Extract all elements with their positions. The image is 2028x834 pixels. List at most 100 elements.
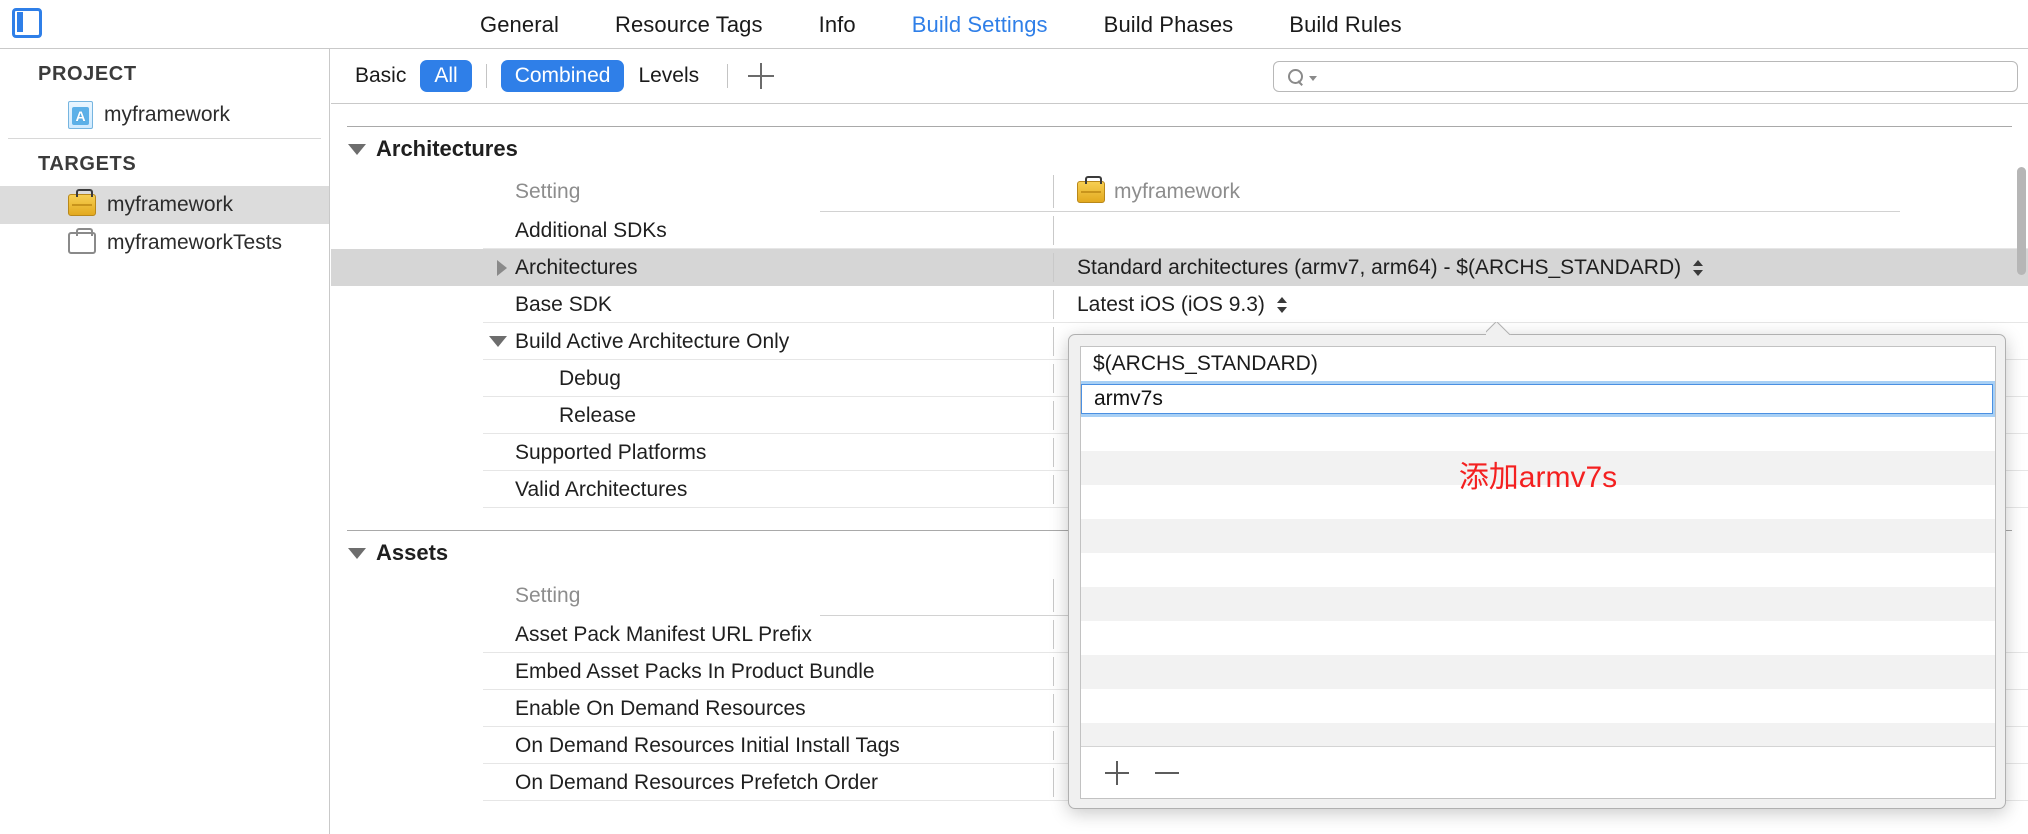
table-header-row: Setting myframework (331, 171, 2028, 212)
stepper-icon[interactable] (1276, 295, 1288, 315)
tab-resource-tags[interactable]: Resource Tags (615, 12, 763, 38)
list-item-empty[interactable] (1081, 485, 1995, 519)
list-item-value: armv7s (1094, 387, 1163, 410)
add-architecture-button[interactable] (1105, 760, 1129, 785)
setting-name: Build Active Architecture Only (515, 329, 790, 353)
setting-name: On Demand Resources Initial Install Tags (515, 733, 900, 757)
setting-name: Enable On Demand Resources (515, 696, 806, 720)
list-item[interactable]: $(ARCHS_STANDARD) (1081, 347, 1995, 381)
setting-name: Additional SDKs (515, 218, 667, 242)
stepper-icon[interactable] (1693, 258, 1704, 278)
filter-levels[interactable]: Levels (624, 60, 713, 92)
list-item-empty[interactable] (1081, 451, 1995, 485)
tab-build-settings[interactable]: Build Settings (912, 12, 1048, 38)
remove-architecture-button[interactable] (1155, 761, 1179, 785)
column-header-setting: Setting (515, 583, 581, 607)
search-field[interactable] (1273, 61, 2018, 92)
column-divider (1053, 401, 1054, 430)
column-divider (1053, 364, 1054, 393)
target-framework-icon (1077, 175, 1105, 203)
column-divider (1053, 731, 1054, 760)
column-header-target: myframework (1114, 179, 1241, 203)
filter-all[interactable]: All (420, 60, 472, 92)
setting-name: Release (559, 403, 637, 427)
table-row-architectures[interactable]: Architectures Standard architectures (ar… (331, 249, 2028, 286)
setting-value[interactable]: Standard architectures (armv7, arm64) - … (1077, 256, 1681, 280)
column-divider (1053, 475, 1054, 504)
architecture-text-input[interactable]: armv7s (1081, 384, 1993, 414)
filter-divider (485, 64, 487, 88)
list-item-label: $(ARCHS_STANDARD) (1093, 352, 1318, 375)
column-header-setting: Setting (515, 179, 581, 203)
filter-combined[interactable]: Combined (500, 60, 625, 92)
tab-general[interactable]: General (480, 12, 559, 38)
list-item-empty[interactable] (1081, 723, 1995, 746)
tab-list: General Resource Tags Info Build Setting… (480, 0, 1402, 49)
filter-basic[interactable]: Basic (341, 60, 420, 92)
build-settings-filter-bar: Basic All Combined Levels (331, 49, 2028, 104)
sidebar-item-label: myframework (107, 193, 234, 216)
sidebar-item-label: myframework (104, 103, 231, 126)
plus-icon[interactable] (748, 63, 775, 89)
popover-body: $(ARCHS_STANDARD) armv7s 添加armv7s (1080, 346, 1996, 799)
project-targets-sidebar: PROJECT myframework TARGETS myframework … (0, 49, 330, 834)
column-divider (1053, 327, 1054, 356)
target-test-icon (68, 228, 96, 254)
setting-name: Valid Architectures (515, 477, 688, 501)
list-item-empty[interactable] (1081, 587, 1995, 621)
setting-name: Debug (559, 366, 621, 390)
sidebar-section-project: PROJECT (38, 63, 137, 85)
setting-name: Base SDK (515, 292, 612, 316)
tab-build-rules[interactable]: Build Rules (1289, 12, 1401, 38)
filter-divider-2 (727, 64, 729, 88)
list-item-empty[interactable] (1081, 689, 1995, 723)
list-item-empty[interactable] (1081, 519, 1995, 553)
search-icon (1288, 69, 1303, 84)
chevron-down-icon[interactable] (489, 336, 507, 347)
architectures-value-popover: $(ARCHS_STANDARD) armv7s 添加armv7s (1068, 334, 2006, 809)
list-item-empty[interactable] (1081, 417, 1995, 451)
table-row[interactable]: Base SDK Latest iOS (iOS 9.3) (331, 286, 2028, 323)
target-framework-icon (68, 189, 96, 216)
setting-name: Embed Asset Packs In Product Bundle (515, 659, 875, 683)
sidebar-item-target-myframework[interactable]: myframework (0, 186, 329, 224)
editor-tab-bar: General Resource Tags Info Build Setting… (0, 0, 2028, 49)
setting-name: Architectures (515, 255, 638, 279)
architecture-value-list: $(ARCHS_STANDARD) armv7s 添加armv7s (1081, 347, 1995, 746)
navigator-toggle-icon[interactable] (12, 8, 42, 38)
setting-name: Asset Pack Manifest URL Prefix (515, 622, 812, 646)
table-row[interactable]: Additional SDKs (331, 212, 2028, 249)
sidebar-section-targets: TARGETS (38, 153, 137, 175)
setting-name: Supported Platforms (515, 440, 707, 464)
tab-info[interactable]: Info (819, 12, 856, 38)
group-header-architectures[interactable]: Architectures (331, 127, 2028, 171)
chevron-down-icon[interactable] (1309, 75, 1317, 81)
sidebar-item-label: myframeworkTests (107, 231, 283, 254)
vertical-scrollbar[interactable] (2017, 167, 2026, 275)
sidebar-item-project-myframework[interactable]: myframework (0, 96, 329, 134)
chevron-right-icon[interactable] (497, 259, 507, 276)
popover-arrow (1486, 322, 1512, 335)
group-title: Architectures (376, 136, 518, 161)
column-divider (1053, 579, 1054, 612)
xcode-project-icon (68, 101, 93, 129)
tab-build-phases[interactable]: Build Phases (1104, 12, 1234, 38)
column-divider (1053, 620, 1054, 649)
column-divider (1053, 768, 1054, 797)
list-item-empty[interactable] (1081, 553, 1995, 587)
setting-name: On Demand Resources Prefetch Order (515, 770, 878, 794)
chevron-down-icon[interactable] (348, 547, 366, 559)
list-item-empty[interactable] (1081, 621, 1995, 655)
column-divider (1053, 216, 1054, 245)
setting-value[interactable]: Latest iOS (iOS 9.3) (1077, 293, 1265, 317)
popover-footer (1081, 746, 1995, 798)
column-divider (1053, 438, 1054, 467)
group-title: Assets (376, 540, 449, 565)
chevron-down-icon[interactable] (348, 143, 366, 155)
list-item-empty[interactable] (1081, 655, 1995, 689)
column-divider (1053, 657, 1054, 686)
column-divider (1053, 694, 1054, 723)
sidebar-item-target-myframeworktests[interactable]: myframeworkTests (0, 224, 329, 262)
xcode-build-settings-window: General Resource Tags Info Build Setting… (0, 0, 2028, 834)
list-item-editing[interactable]: armv7s (1081, 381, 1995, 417)
